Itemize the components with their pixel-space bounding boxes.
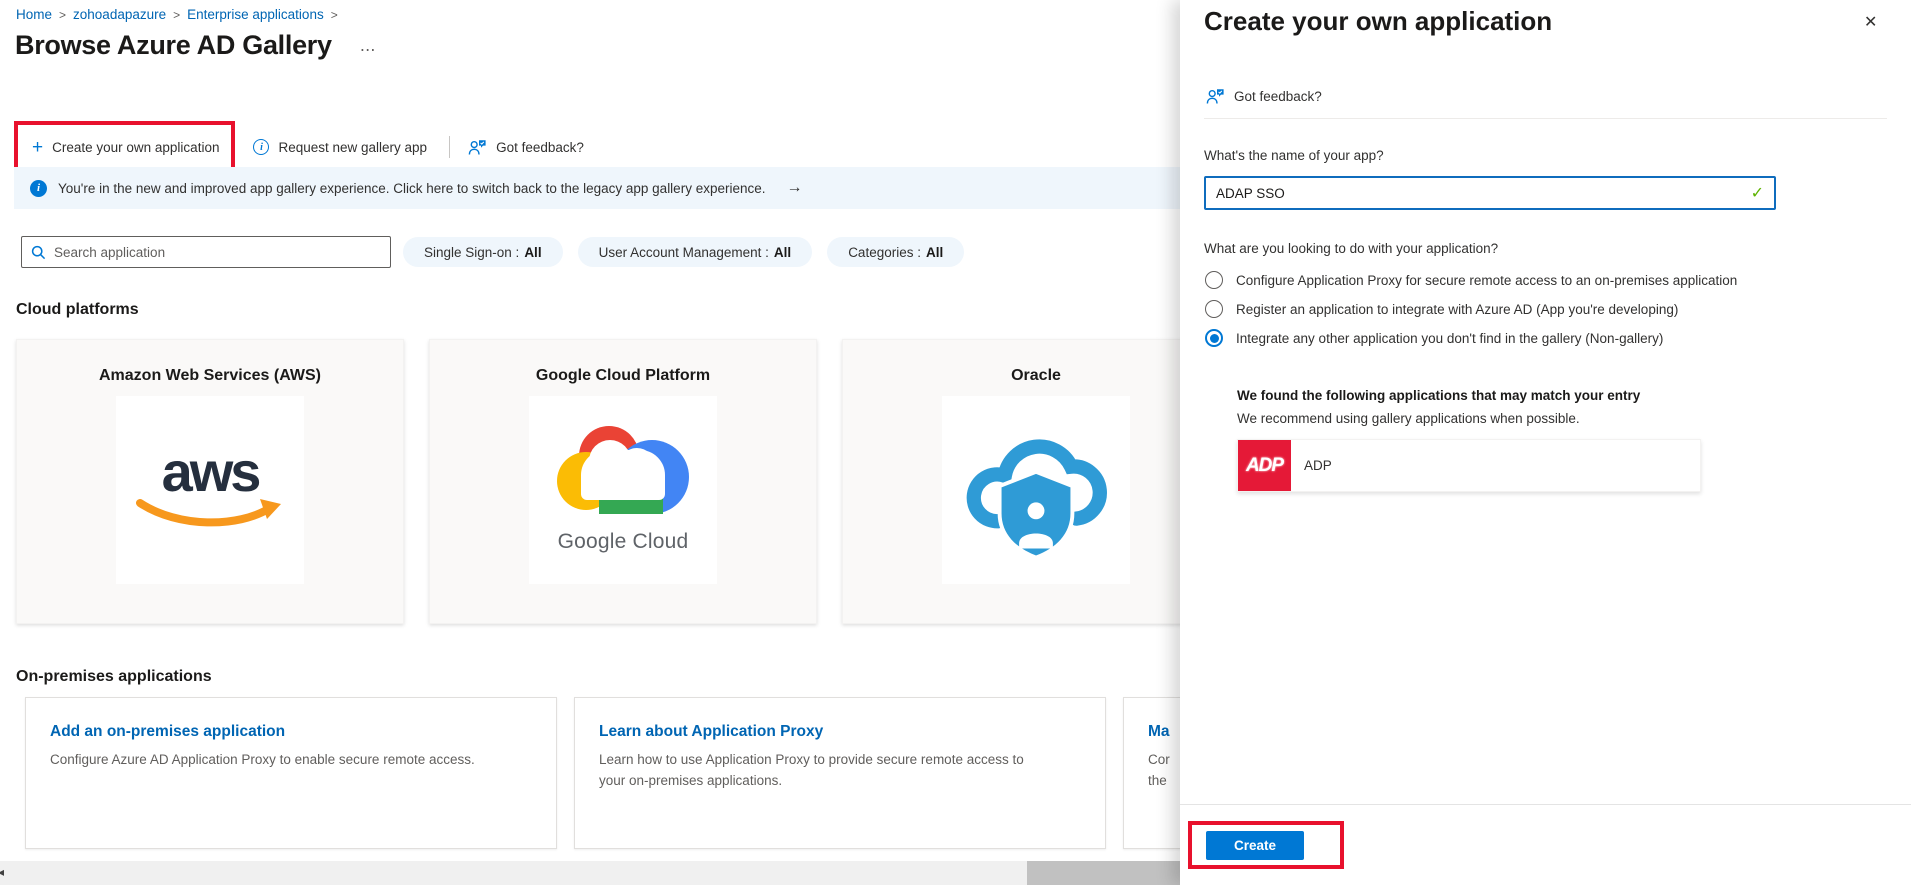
radio-icon [1205,300,1223,318]
card-title-link[interactable]: Learn about Application Proxy [599,723,1081,741]
radio-label: Configure Application Proxy for secure r… [1236,273,1737,288]
filter-label: User Account Management : [599,245,769,260]
panel-got-feedback-label: Got feedback? [1234,89,1322,104]
card-google-cloud[interactable]: Google Cloud Platform Google Cloud [429,339,817,624]
filter-label: Categories : [848,245,921,260]
info-filled-icon: i [30,180,47,197]
create-button[interactable]: Create [1206,831,1304,860]
filter-value: All [524,245,541,260]
filter-user-account-management[interactable]: User Account Management : All [578,237,813,267]
aws-smile-icon [134,496,286,532]
filter-single-sign-on[interactable]: Single Sign-on : All [403,237,563,267]
info-banner-text: You're in the new and improved app galle… [58,181,765,196]
panel-got-feedback-button[interactable]: Got feedback? [1206,88,1322,105]
info-banner[interactable]: i You're in the new and improved app gal… [14,167,1180,209]
purpose-options: Configure Application Proxy for secure r… [1205,271,1737,347]
toolbar-divider [449,136,450,158]
card-learn-application-proxy[interactable]: Learn about Application Proxy Learn how … [574,697,1106,849]
cloud-platforms-heading: Cloud platforms [16,301,139,319]
valid-checkmark-icon: ✓ [1751,183,1764,203]
breadcrumb: Home > zohoadapazure > Enterprise applic… [16,7,338,22]
got-feedback-label: Got feedback? [496,140,584,155]
horizontal-scrollbar[interactable]: ◂ [0,861,1180,885]
search-application-box [21,236,391,268]
command-bar: + Create your own application i Request … [14,121,584,173]
card-title-link[interactable]: Add an on-premises application [50,723,532,741]
create-your-own-application-label: Create your own application [52,140,219,155]
radio-configure-app-proxy[interactable]: Configure Application Proxy for secure r… [1205,271,1737,289]
card-body: Configure Azure AD Application Proxy to … [50,750,490,771]
card-oracle[interactable]: Oracle [842,339,1230,624]
card-aws[interactable]: Amazon Web Services (AWS) aws [16,339,404,624]
gallery-match-name: ADP [1304,458,1332,473]
google-cloud-logo: Google Cloud [529,396,717,584]
card-aws-title: Amazon Web Services (AWS) [99,367,321,385]
purpose-label: What are you looking to do with your app… [1204,241,1498,256]
breadcrumb-home[interactable]: Home [16,7,52,22]
app-name-input[interactable] [1216,186,1751,201]
radio-label: Register an application to integrate wit… [1236,302,1678,317]
radio-integrate-non-gallery[interactable]: Integrate any other application you don'… [1205,329,1737,347]
breadcrumb-separator: > [59,8,66,22]
close-icon[interactable]: ✕ [1860,8,1881,36]
search-application-input[interactable] [54,245,381,260]
radio-register-application[interactable]: Register an application to integrate wit… [1205,300,1737,318]
breadcrumb-enterprise-applications[interactable]: Enterprise applications [187,7,324,22]
aws-logo: aws [116,396,304,584]
card-google-cloud-title: Google Cloud Platform [536,367,710,385]
cloud-platform-cards: Amazon Web Services (AWS) aws Google Clo… [16,339,1230,624]
oracle-cloud-shield-icon [958,417,1114,563]
request-new-gallery-app-button[interactable]: i Request new gallery app [253,139,427,155]
annotation-box-create-own: + Create your own application [14,121,235,173]
breadcrumb-separator: > [331,8,338,22]
aws-logo-text: aws [162,448,259,496]
radio-icon [1205,271,1223,289]
card-body-line: Cor [1148,752,1170,767]
radio-selected-icon [1205,329,1223,347]
adp-logo: ADP [1238,440,1291,491]
scrollbar-left-arrow-icon[interactable]: ◂ [0,865,4,879]
filter-label: Single Sign-on : [424,245,519,260]
app-name-field: ✓ [1204,176,1776,210]
filter-pills: Single Sign-on : All User Account Manage… [403,237,964,267]
request-new-gallery-app-label: Request new gallery app [278,140,427,155]
context-menu-icon[interactable]: ⋯ [360,40,376,60]
info-icon: i [253,139,269,155]
filter-categories[interactable]: Categories : All [827,237,964,267]
got-feedback-button[interactable]: Got feedback? [468,139,584,156]
breadcrumb-zohoadapazure[interactable]: zohoadapazure [73,7,166,22]
scrollbar-thumb[interactable] [1027,861,1180,885]
google-cloud-logo-text: Google Cloud [558,530,689,554]
card-body: Learn how to use Application Proxy to pr… [599,750,1039,792]
onprem-heading: On-premises applications [16,668,212,686]
card-add-onprem-application[interactable]: Add an on-premises application Configure… [25,697,557,849]
filter-value: All [926,245,943,260]
radio-label: Integrate any other application you don'… [1236,331,1663,346]
match-heading: We found the following applications that… [1237,388,1640,403]
feedback-icon [1206,88,1225,105]
create-your-own-application-button[interactable]: + Create your own application [32,138,219,157]
breadcrumb-separator: > [173,8,180,22]
feedback-icon [468,139,487,156]
app-name-label: What's the name of your app? [1204,148,1384,163]
search-icon [31,245,46,260]
filter-value: All [774,245,791,260]
google-cloud-icon [557,426,689,514]
match-subtext: We recommend using gallery applications … [1237,411,1580,426]
panel-footer-divider [1180,804,1911,805]
gallery-match-item-adp[interactable]: ADP ADP [1237,439,1701,492]
page-title: Browse Azure AD Gallery [15,30,332,61]
plus-icon: + [32,138,43,157]
card-oracle-title: Oracle [1011,367,1061,385]
arrow-right-icon[interactable]: → [786,179,802,197]
panel-divider [1204,118,1887,119]
panel-title: Create your own application [1204,6,1552,37]
oracle-logo [942,396,1130,584]
card-body-line: the [1148,773,1167,788]
create-application-panel: Create your own application ✕ Got feedba… [1180,0,1911,885]
